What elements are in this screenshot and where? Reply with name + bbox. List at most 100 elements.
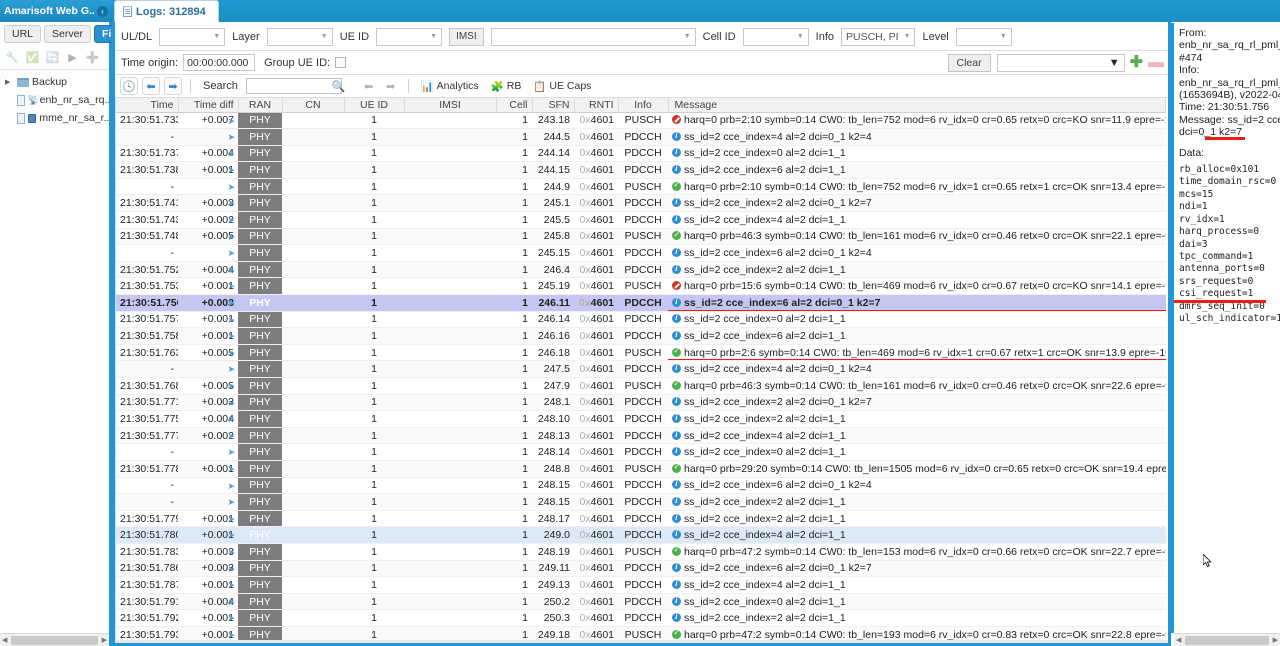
ueid-select[interactable]: ▼ xyxy=(376,27,443,46)
direction-arrow-icon: ➤ xyxy=(227,430,235,441)
col-time[interactable]: Time xyxy=(116,98,179,113)
play-icon[interactable]: ▶ xyxy=(64,49,81,66)
scroll-left-icon[interactable]: ◀ xyxy=(0,636,9,644)
cell-info: PDCCH xyxy=(618,576,668,594)
tree-item-backup[interactable]: ▶ Backup xyxy=(2,73,109,91)
message-text: ss_id=2 cce_index=4 al=2 dci=1_1 xyxy=(684,429,846,442)
table-row[interactable]: 21:30:51.775 +0.004 ➤ PHY 1 1 248.10 0x4601 PDCC… xyxy=(116,410,1166,428)
group-ue-id-checkbox[interactable] xyxy=(335,57,347,68)
cell-message: ss_id=2 cce_index=0 al=2 dci=1_1 xyxy=(668,593,1166,611)
table-row[interactable]: 21:30:51.786 +0.003 ➤ PHY 1 1 249.11 0x4601 PDCC… xyxy=(116,560,1166,578)
plus-icon[interactable]: ➕ xyxy=(84,49,101,66)
table-row[interactable]: 21:30:51.793 +0.001 ➤ PHY 1 1 249.18 0x4601 PUSC… xyxy=(116,626,1166,640)
search-prev-icon[interactable]: ⬅ xyxy=(360,77,378,95)
col-cell[interactable]: Cell xyxy=(496,98,533,113)
analytics-button[interactable]: 📊 Analytics xyxy=(417,79,483,94)
col-rnti[interactable]: RNTI xyxy=(574,98,619,113)
scroll-right-icon[interactable]: ▶ xyxy=(100,636,109,644)
table-row[interactable]: 21:30:51.733 +0.007 ➤ PHY 1 1 243.18 0x4601 PUSC… xyxy=(116,112,1166,130)
table-row[interactable]: 21:30:51.777 +0.002 ➤ PHY 1 1 248.13 0x4601 PDCC… xyxy=(116,427,1166,445)
cellid-select[interactable]: ▼ xyxy=(742,27,809,46)
detail-hscrollbar[interactable]: ◀ ▶ xyxy=(1174,633,1280,646)
collapse-icon[interactable]: ‹ xyxy=(97,5,108,17)
table-row[interactable]: 21:30:51.771 +0.003 ➤ PHY 1 1 248.1 0x4601 PDCCH… xyxy=(116,394,1166,412)
search-input[interactable] xyxy=(245,78,342,94)
info-select[interactable]: PUSCH, PI ▼ xyxy=(841,27,916,46)
tree-item-enb[interactable]: 📡 enb_nr_sa_rq... xyxy=(2,91,109,109)
table-row[interactable]: 21:30:51.778 +0.001 ➤ PHY 1 1 248.8 0x4601 PUSCH… xyxy=(116,460,1166,478)
nav-back-icon[interactable]: ⬅ xyxy=(142,77,160,95)
col-time-diff[interactable]: Time diff xyxy=(178,98,239,113)
chevron-right-icon[interactable]: ▶ xyxy=(5,78,14,86)
table-row[interactable]: 21:30:51.748 +0.005 ➤ PHY 1 1 245.8 0x4601 PUSCH… xyxy=(116,228,1166,246)
table-row[interactable]: -➤PHY11245.150x4601PDCCHss_id=2 cce_inde… xyxy=(116,244,1166,262)
binoculars-icon[interactable]: 🔍 xyxy=(332,80,346,93)
table-row[interactable]: 21:30:51.758 +0.001 ➤ PHY 1 1 246.16 0x4601 PDCC… xyxy=(116,327,1166,345)
table-row[interactable]: 21:30:51.779 +0.001 ➤ PHY 1 1 248.17 0x4601 PDCC… xyxy=(116,510,1166,528)
time-origin-input[interactable] xyxy=(183,54,256,71)
clock-icon[interactable]: 🕓 xyxy=(120,77,138,95)
table-row[interactable]: 21:30:51.756 +0.003 ➤ PHY 1 1 246.11 0x4601 PDCC… xyxy=(116,294,1166,312)
table-row[interactable]: -➤PHY11248.150x4601PDCCHss_id=2 cce_inde… xyxy=(116,477,1166,495)
scroll-right-icon[interactable]: ▶ xyxy=(1271,636,1280,644)
app-tab[interactable]: Amarisoft Web G... ‹ xyxy=(0,0,112,22)
scroll-thumb[interactable] xyxy=(11,635,98,645)
table-row[interactable]: 21:30:51.738 +0.001 ➤ PHY 1 1 244.15 0x4601 PDCC… xyxy=(116,161,1166,179)
log-table-container[interactable]: Time Time diff RAN CN UE ID IMSI Cell SF… xyxy=(115,98,1170,640)
imsi-select[interactable]: ▼ xyxy=(490,27,696,46)
col-info[interactable]: Info xyxy=(618,98,669,113)
table-row[interactable]: 21:30:51.787 +0.001 ➤ PHY 1 1 249.13 0x4601 PDCC… xyxy=(116,576,1166,594)
tree-item-mme[interactable]: mme_nr_sa_r... xyxy=(2,109,109,127)
table-row[interactable]: 21:30:51.783 +0.003 ➤ PHY 1 1 248.19 0x4601 PUSC… xyxy=(116,543,1166,561)
scroll-left-icon[interactable]: ◀ xyxy=(1174,636,1183,644)
uldl-select[interactable]: ▼ xyxy=(159,27,226,46)
cell-info: PDCCH xyxy=(618,593,668,611)
remove-filter-icon[interactable]: ▬ xyxy=(1148,54,1164,71)
ue-caps-button[interactable]: 📋 UE Caps xyxy=(529,79,595,94)
nav-forward-icon[interactable]: ➡ xyxy=(164,77,182,95)
cell-info: PUSCH xyxy=(618,543,668,561)
col-ue-id[interactable]: UE ID xyxy=(344,98,405,113)
col-cn[interactable]: CN xyxy=(282,98,345,113)
table-row[interactable]: 21:30:51.792 +0.001 ➤ PHY 1 1 250.3 0x4601 PDCCH… xyxy=(116,609,1166,627)
cell-cn xyxy=(282,410,344,428)
table-row[interactable]: 21:30:51.737 +0.004 ➤ PHY 1 1 244.14 0x4601 PDCC… xyxy=(116,145,1166,163)
refresh-icon[interactable]: 🔄 xyxy=(44,49,61,66)
col-message[interactable]: Message xyxy=(668,98,1166,113)
level-select[interactable]: ▼ xyxy=(955,27,1012,46)
table-row[interactable]: 21:30:51.763 +0.005 ➤ PHY 1 1 246.18 0x4601 PUSC… xyxy=(116,344,1166,362)
table-row[interactable]: -➤PHY11244.90x4601PUSCHharq=0 prb=2:10 s… xyxy=(116,178,1166,196)
clear-button[interactable]: Clear xyxy=(947,53,991,72)
col-ran[interactable]: RAN xyxy=(238,98,283,113)
table-row[interactable]: 21:30:51.743 +0.002 ➤ PHY 1 1 245.5 0x4601 PDCCH… xyxy=(116,211,1166,229)
imsi-button[interactable]: IMSI xyxy=(449,27,484,46)
table-row[interactable]: 21:30:51.791 +0.004 ➤ PHY 1 1 250.2 0x4601 PDCCH… xyxy=(116,593,1166,611)
table-row[interactable]: -➤PHY11248.150x4601PDCCHss_id=2 cce_inde… xyxy=(116,493,1166,511)
layer-select[interactable]: ▼ xyxy=(266,27,333,46)
tab-logs[interactable]: Logs: 312894 xyxy=(114,0,219,22)
sidebar-hscrollbar[interactable]: ◀ ▶ xyxy=(0,633,109,646)
source-tab-server[interactable]: Server xyxy=(44,25,91,43)
table-row[interactable]: -➤PHY11244.50x4601PDCCHss_id=2 cce_index… xyxy=(116,128,1166,146)
rb-button[interactable]: 🧩 RB xyxy=(487,79,526,94)
tree-item-label: Backup xyxy=(32,76,68,88)
table-row[interactable]: 21:30:51.741 +0.003 ➤ PHY 1 1 245.1 0x4601 PDCCH… xyxy=(116,194,1166,213)
table-row[interactable]: -➤PHY11248.140x4601PDCCHss_id=2 cce_inde… xyxy=(116,443,1166,461)
col-imsi[interactable]: IMSI xyxy=(404,98,497,113)
cell-ran: PHY xyxy=(238,576,282,594)
wrench-icon[interactable]: 🔧 xyxy=(4,49,21,66)
add-filter-icon[interactable]: ✚ xyxy=(1130,54,1143,71)
table-row[interactable]: -➤PHY11247.50x4601PDCCHss_id=2 cce_index… xyxy=(116,360,1166,378)
search-next-icon[interactable]: ➡ xyxy=(382,77,400,95)
table-row[interactable]: 21:30:51.768 +0.005 ➤ PHY 1 1 247.9 0x4601 PUSCH… xyxy=(116,377,1166,395)
table-row[interactable]: 21:30:51.780 +0.001 ➤ PHY 1 1 249.0 0x4601 PDCCH… xyxy=(116,526,1166,544)
antenna-icon: 📡 xyxy=(27,94,39,105)
scroll-thumb[interactable] xyxy=(1185,635,1269,645)
table-row[interactable]: 21:30:51.757 +0.001 ➤ PHY 1 1 246.14 0x4601 PDCC… xyxy=(116,311,1166,329)
table-row[interactable]: 21:30:51.753 +0.001 ➤ PHY 1 1 245.19 0x4601 PUSC… xyxy=(116,277,1166,296)
check-circle-icon[interactable]: ✅ xyxy=(24,49,41,66)
source-tab-url[interactable]: URL xyxy=(4,25,42,43)
preset-select[interactable]: ▼ xyxy=(996,53,1125,72)
table-row[interactable]: 21:30:51.752 +0.004 ➤ PHY 1 1 246.4 0x4601 PDCCH… xyxy=(116,261,1166,279)
col-sfn[interactable]: SFN xyxy=(532,98,575,113)
